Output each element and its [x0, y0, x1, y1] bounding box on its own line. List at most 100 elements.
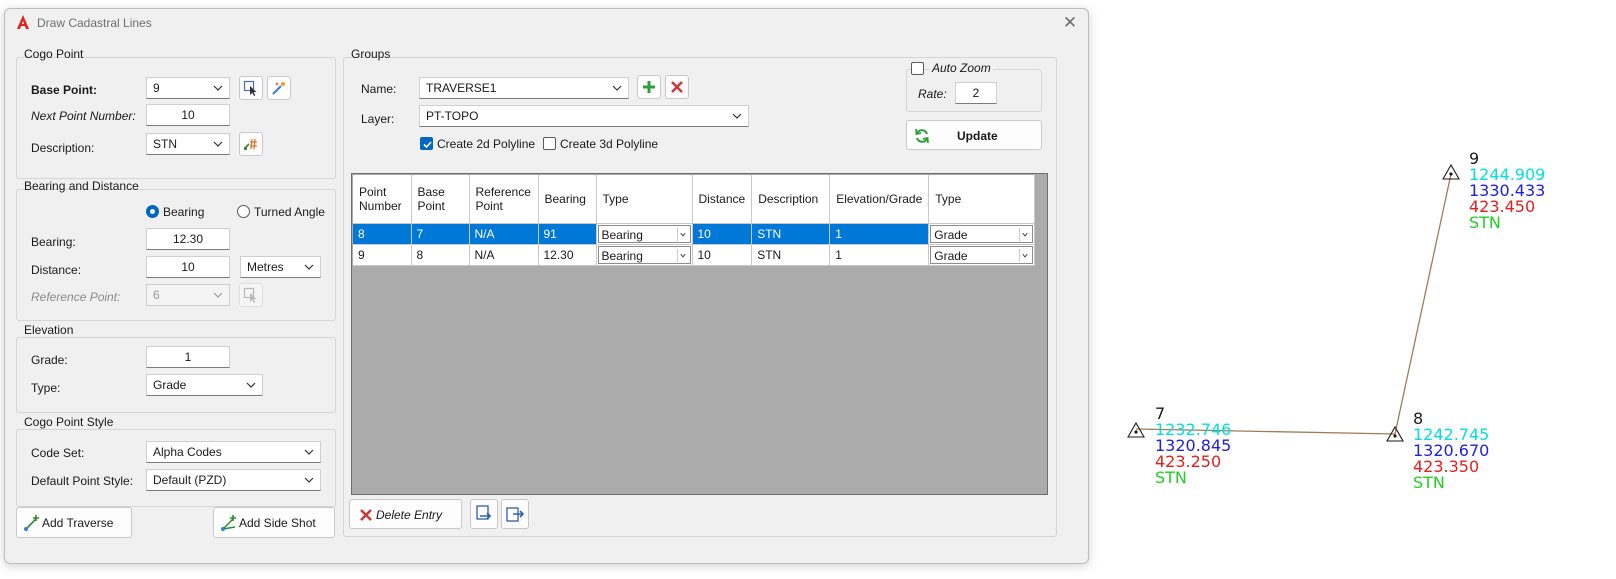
default-point-style-value: Default (PZD): [153, 473, 227, 487]
cell-elevation-grade[interactable]: 1: [829, 223, 930, 245]
default-point-style-dropdown[interactable]: Default (PZD): [146, 469, 321, 491]
cell-elevation-type[interactable]: Grade: [928, 244, 1036, 266]
col-header-description[interactable]: Description: [751, 175, 831, 224]
col-header-label: Type: [935, 191, 962, 206]
description-codes-button[interactable]: [239, 132, 263, 156]
add-traverse-label: Add Traverse: [42, 516, 114, 530]
cell-elevation-grade[interactable]: 1: [829, 244, 930, 266]
col-header-base-point[interactable]: Base Point: [411, 175, 470, 224]
elevation-type-dropdown[interactable]: Grade: [146, 374, 263, 396]
rate-input[interactable]: 2: [955, 82, 997, 104]
cell-elevation-type-dropdown[interactable]: Grade: [930, 245, 1034, 264]
create-2d-polyline-label[interactable]: Create 2d Polyline: [437, 137, 535, 151]
base-point-label: Base Point:: [31, 83, 98, 97]
cell-type-value: Bearing: [601, 227, 643, 242]
code-set-dropdown[interactable]: Alpha Codes: [146, 441, 321, 463]
groups-section-title: Groups: [351, 47, 391, 61]
grade-input[interactable]: 1: [146, 346, 230, 368]
pick-point-icon: [243, 287, 257, 303]
col-header-label: Base Point: [417, 184, 445, 213]
elevation-type-value: Grade: [153, 378, 187, 392]
col-header-point-number[interactable]: Point Number: [353, 175, 412, 224]
cell-type[interactable]: Bearing: [596, 223, 693, 245]
create-2d-polyline-checkbox[interactable]: [420, 137, 433, 150]
col-header-elevation-grade[interactable]: Elevation/Grade: [829, 175, 930, 224]
cell-base-point[interactable]: 8: [411, 244, 470, 266]
cell-description[interactable]: STN: [751, 223, 831, 245]
col-header-label: Point Number: [359, 184, 402, 213]
auto-zoom-checkbox[interactable]: [911, 62, 924, 75]
cell-distance[interactable]: 10: [692, 244, 753, 266]
traverse-grid[interactable]: Point Number Base Point Reference Point …: [351, 173, 1048, 495]
col-header-reference-point[interactable]: Reference Point: [469, 175, 539, 224]
elevation-type-label: Type:: [31, 381, 61, 395]
export-button[interactable]: [501, 499, 529, 529]
cell-elevation-type[interactable]: Grade: [928, 223, 1036, 245]
cell-type[interactable]: Bearing: [596, 244, 693, 266]
bearing-input[interactable]: 12.30: [146, 228, 230, 250]
cell-distance[interactable]: 10: [692, 223, 753, 245]
add-group-button[interactable]: [637, 75, 661, 99]
turned-angle-radio-label[interactable]: Turned Angle: [254, 205, 325, 219]
cell-point-number[interactable]: 8: [353, 223, 412, 245]
create-3d-polyline-checkbox[interactable]: [543, 137, 556, 150]
cell-base-point[interactable]: 7: [411, 223, 470, 245]
cell-elevation-type-dropdown[interactable]: Grade: [930, 224, 1034, 243]
cogo-point-7[interactable]: 7 1232.746 1320.845 423.250 STN: [1127, 404, 1231, 487]
pick-point-button[interactable]: [239, 76, 263, 100]
turned-angle-radio[interactable]: [237, 205, 250, 218]
cell-reference-point[interactable]: N/A: [469, 223, 539, 245]
base-point-dropdown[interactable]: 9: [146, 77, 230, 99]
cell-description[interactable]: STN: [751, 244, 831, 266]
cell-bearing[interactable]: 91: [538, 223, 597, 245]
bearing-radio-label[interactable]: Bearing: [163, 205, 204, 219]
update-label: Update: [957, 129, 998, 143]
point-code-label: STN: [1155, 468, 1187, 487]
description-dropdown[interactable]: STN: [146, 133, 230, 155]
cell-point-number[interactable]: 9: [353, 244, 412, 266]
distance-label: Distance:: [31, 263, 82, 277]
layer-dropdown[interactable]: PT-TOPO: [419, 105, 749, 127]
title-bar[interactable]: Draw Cadastral Lines ✕: [5, 9, 1088, 37]
distance-units-dropdown[interactable]: Metres: [240, 256, 321, 278]
bearing-radio[interactable]: [146, 205, 159, 218]
cell-reference-point[interactable]: N/A: [469, 244, 539, 266]
window-title: Draw Cadastral Lines: [37, 16, 152, 30]
update-button[interactable]: Update: [906, 120, 1042, 150]
cell-type-dropdown[interactable]: Bearing: [597, 245, 691, 264]
col-header-bearing[interactable]: Bearing: [538, 175, 597, 224]
refresh-icon: [915, 128, 929, 144]
table-row[interactable]: 9 8 N/A 12.30 Bearing 10 STN 1 Grade: [353, 244, 1036, 266]
point-center-dot: [1393, 434, 1397, 438]
reference-point-dropdown: 6: [146, 284, 230, 306]
traverse-table: Point Number Base Point Reference Point …: [353, 175, 1036, 266]
col-header-label: Elevation/Grade: [836, 191, 923, 206]
import-icon: [476, 505, 492, 520]
col-header-elevation-type[interactable]: Type: [928, 175, 1036, 224]
create-3d-polyline-label[interactable]: Create 3d Polyline: [560, 137, 658, 151]
cell-bearing[interactable]: 12.30: [538, 244, 597, 266]
chevron-down-icon: [246, 382, 256, 388]
table-row[interactable]: 8 7 N/A 91 Bearing 10 STN 1 Grade: [353, 223, 1036, 245]
auto-zoom-label[interactable]: Auto Zoom: [930, 61, 993, 75]
next-point-number-input[interactable]: 10: [146, 104, 230, 126]
delete-entry-button[interactable]: Delete Entry: [349, 499, 462, 529]
distance-input[interactable]: 10: [146, 256, 230, 278]
drawing-canvas[interactable]: 7 1232.746 1320.845 423.250 STN 8 1242.7…: [1100, 0, 1616, 579]
close-button[interactable]: ✕: [1060, 13, 1080, 33]
add-traverse-icon: [24, 515, 39, 531]
col-header-type[interactable]: Type: [596, 175, 693, 224]
add-traverse-button[interactable]: Add Traverse: [16, 507, 132, 538]
group-name-dropdown[interactable]: TRAVERSE1: [419, 77, 629, 99]
cogo-point-8[interactable]: 8 1242.745 1320.670 423.350 STN: [1386, 409, 1489, 492]
cogo-point-style-section-title: Cogo Point Style: [24, 415, 114, 429]
add-side-shot-button[interactable]: Add Side Shot: [213, 507, 335, 538]
delete-group-button[interactable]: [665, 75, 689, 99]
delete-entry-label: Delete Entry: [376, 508, 443, 522]
cell-type-dropdown[interactable]: Bearing: [597, 224, 691, 243]
cogo-point-9[interactable]: 9 1244.909 1330.433 423.450 STN: [1442, 149, 1545, 232]
col-header-distance[interactable]: Distance: [692, 175, 753, 224]
col-header-label: Description: [758, 191, 819, 206]
import-button[interactable]: [470, 499, 498, 529]
point-style-button[interactable]: [267, 76, 291, 100]
